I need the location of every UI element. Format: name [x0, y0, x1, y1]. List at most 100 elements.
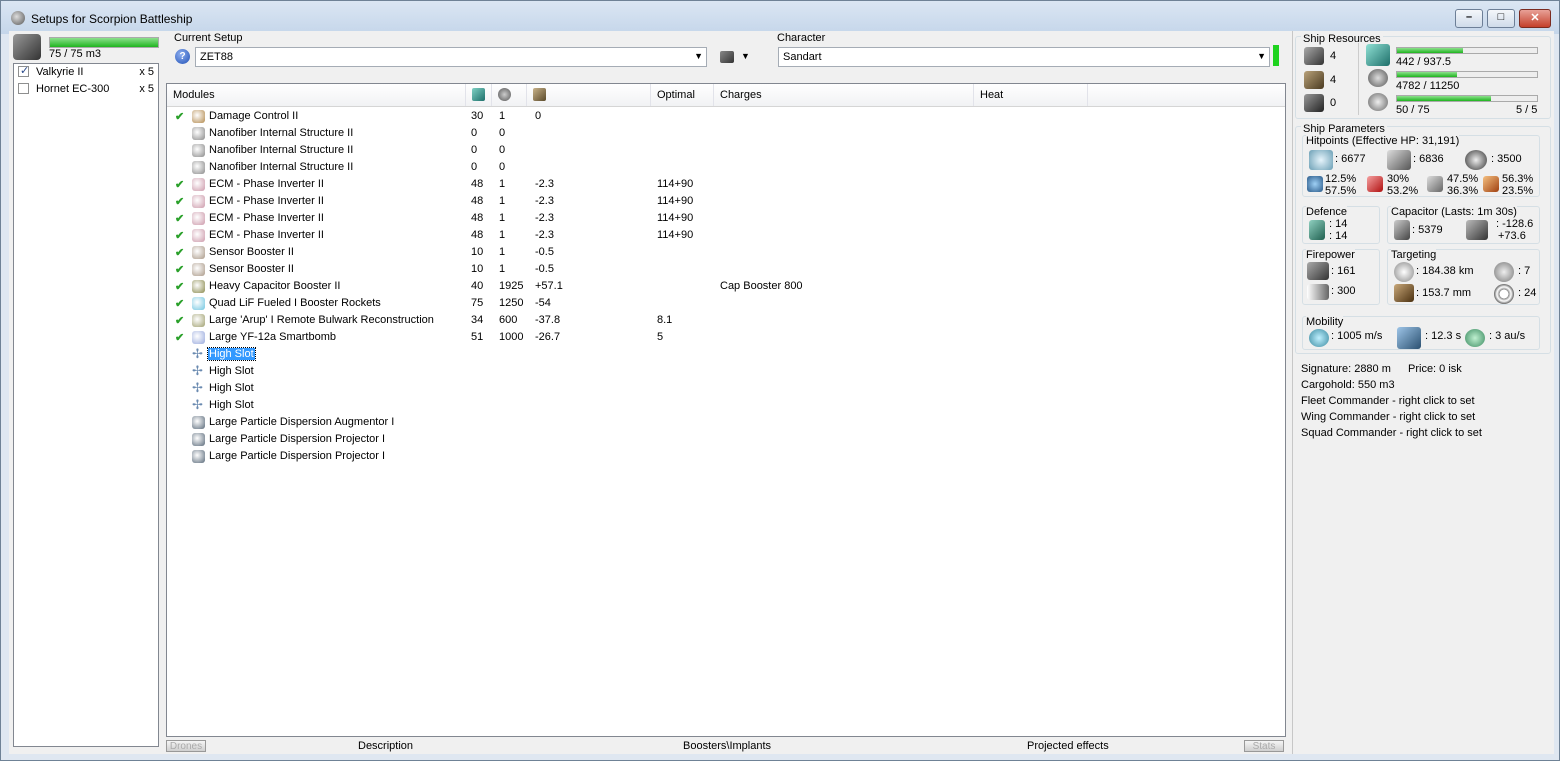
- thermal-resist-armor: 53.2%: [1387, 185, 1419, 197]
- optimal-cell: 114+90: [657, 178, 694, 190]
- firepower-title: Firepower: [1306, 249, 1355, 261]
- help-icon[interactable]: ?: [175, 49, 190, 64]
- powergrid-cell: 1000: [499, 331, 524, 343]
- capacitor-title: Capacitor (Lasts: 1m 30s): [1391, 206, 1517, 218]
- signature-radius: Signature: 2880 m: [1301, 363, 1391, 375]
- table-row[interactable]: ✔ Sensor Booster II 10 1 -0.5: [167, 244, 1285, 261]
- module-icon: [192, 144, 205, 157]
- tab-projected-effects[interactable]: Projected effects: [1027, 740, 1109, 752]
- table-row[interactable]: ✔ ECM - Phase Inverter II 48 1 -2.3 114+90: [167, 193, 1285, 210]
- capacitor-cell: -26.7: [535, 331, 561, 343]
- table-row[interactable]: ✔ Damage Control II 30 1 0: [167, 108, 1285, 125]
- cpu-cell: 48: [471, 229, 484, 241]
- table-row[interactable]: Nanofiber Internal Structure II 0 0: [167, 159, 1285, 176]
- chevron-down-icon: ▼: [1257, 51, 1266, 61]
- table-row[interactable]: ✢ High Slot: [167, 397, 1285, 414]
- close-button[interactable]: ✕: [1519, 9, 1551, 28]
- drone-item[interactable]: Hornet EC-300 x 5: [14, 81, 158, 98]
- drone-panel: 75 / 75 m3 ✓ Valkyrie II x 5 Hornet EC-3…: [9, 31, 161, 754]
- table-row[interactable]: ✢ High Slot: [167, 346, 1285, 363]
- defence-group: Defence : 14 : 14: [1302, 206, 1380, 244]
- drone-bay-icon: [13, 34, 41, 60]
- dps-icon: [1307, 262, 1329, 280]
- table-row[interactable]: Nanofiber Internal Structure II 0 0: [167, 125, 1285, 142]
- table-row[interactable]: ✔ Quad LiF Fueled I Booster Rockets 75 1250…: [167, 295, 1285, 312]
- module-icon: [192, 314, 205, 327]
- wing-commander[interactable]: Wing Commander - right click to set: [1301, 411, 1475, 423]
- em-resist-shield: 12.5%: [1325, 173, 1357, 185]
- targeting-group: Targeting : 184.38 km : 7 : 153.7 mm : 2…: [1387, 249, 1540, 305]
- table-row[interactable]: ✔ ECM - Phase Inverter II 48 1 -2.3 114+90: [167, 176, 1285, 193]
- tab-drones[interactable]: Drones: [166, 740, 206, 752]
- module-icon: [192, 331, 205, 344]
- table-row[interactable]: Large Particle Dispersion Projector I: [167, 448, 1285, 465]
- cpu-fill: [1397, 48, 1463, 53]
- table-row[interactable]: ✔ Heavy Capacitor Booster II 40 1925 +57.1 Ca…: [167, 278, 1285, 295]
- online-check-icon: ✔: [175, 111, 185, 123]
- drone-checkbox[interactable]: ✓: [18, 65, 29, 77]
- column-heat[interactable]: Heat: [974, 84, 1088, 106]
- squad-commander[interactable]: Squad Commander - right click to set: [1301, 427, 1482, 439]
- column-optimal[interactable]: Optimal: [651, 84, 714, 106]
- drone-name: Hornet EC-300: [36, 83, 110, 95]
- powergrid-icon: [1368, 69, 1388, 87]
- drone-list[interactable]: ✓ Valkyrie II x 5 Hornet EC-300 x 5: [13, 63, 159, 747]
- drone-bay-fill: [50, 38, 158, 47]
- warp-speed-icon: [1465, 329, 1485, 347]
- setup-select[interactable]: ZET88 ▼: [195, 47, 707, 67]
- fit-menu-button[interactable]: ▼: [718, 48, 752, 68]
- module-icon: [192, 229, 205, 242]
- fleet-commander[interactable]: Fleet Commander - right click to set: [1301, 395, 1475, 407]
- column-cpu[interactable]: [466, 84, 492, 106]
- module-name: Sensor Booster II: [209, 246, 294, 258]
- ship-resources-group: Ship Resources 4 4 0 442 / 937.5 4782 / …: [1295, 33, 1551, 119]
- armor-icon: [1387, 150, 1411, 170]
- table-row[interactable]: Nanofiber Internal Structure II 0 0: [167, 142, 1285, 159]
- ship-parameters-group: Ship Parameters Hitpoints (Effective HP:…: [1295, 123, 1551, 354]
- table-row[interactable]: Large Particle Dispersion Projector I: [167, 431, 1285, 448]
- column-modules[interactable]: Modules: [167, 84, 466, 106]
- capacitor-amount: : 5379: [1412, 224, 1443, 236]
- powergrid-value: 4782 / 11250: [1396, 80, 1460, 92]
- table-row[interactable]: ✔ Large 'Arup' I Remote Bulwark Reconstru…: [167, 312, 1285, 329]
- align-time-icon: [1397, 327, 1421, 349]
- module-name: Nanofiber Internal Structure II: [209, 127, 354, 139]
- shield-hp: : 6677: [1335, 153, 1366, 165]
- cpu-cell: 75: [471, 297, 484, 309]
- launcher-hardpoints: 4: [1330, 74, 1337, 86]
- module-name: Heavy Capacitor Booster II: [209, 280, 341, 292]
- minimize-button[interactable]: –: [1455, 9, 1483, 28]
- capacitor-delta-2: +73.6: [1498, 230, 1526, 242]
- character-select[interactable]: Sandart ▼: [778, 47, 1270, 67]
- module-name: ECM - Phase Inverter II: [209, 212, 324, 224]
- column-powergrid[interactable]: [492, 84, 527, 106]
- table-row[interactable]: Large Particle Dispersion Augmentor I: [167, 414, 1285, 431]
- table-row[interactable]: ✔ Sensor Booster II 10 1 -0.5: [167, 261, 1285, 278]
- explosive-resist-armor: 23.5%: [1502, 185, 1534, 197]
- tab-description[interactable]: Description: [358, 740, 413, 752]
- module-name: High Slot: [209, 382, 254, 394]
- table-row[interactable]: ✢ High Slot: [167, 380, 1285, 397]
- tab-stats[interactable]: Stats: [1244, 740, 1284, 752]
- module-icon: [192, 127, 205, 140]
- column-capacitor[interactable]: [527, 84, 651, 106]
- powergrid-cell: 1: [499, 195, 506, 207]
- column-charges[interactable]: Charges: [714, 84, 974, 106]
- table-row[interactable]: ✔ ECM - Phase Inverter II 48 1 -2.3 114+90: [167, 227, 1285, 244]
- tab-boosters-implants[interactable]: Boosters\Implants: [683, 740, 771, 752]
- character-status-bar: [1273, 45, 1279, 66]
- defence-title: Defence: [1306, 206, 1347, 218]
- dps-value: : 161: [1331, 265, 1356, 277]
- drone-item[interactable]: ✓ Valkyrie II x 5: [14, 64, 158, 81]
- drone-checkbox[interactable]: [18, 83, 29, 94]
- modules-grid[interactable]: Modules Optimal Charges Heat ✔ Damage Con…: [166, 83, 1286, 737]
- table-row[interactable]: ✔ ECM - Phase Inverter II 48 1 -2.3 114+90: [167, 210, 1285, 227]
- maximize-button[interactable]: □: [1487, 9, 1515, 28]
- table-row[interactable]: ✔ Large YF-12a Smartbomb 51 1000 -26.7 5: [167, 329, 1285, 346]
- table-row[interactable]: ✢ High Slot: [167, 363, 1285, 380]
- kinetic-resist-icon: [1427, 176, 1443, 192]
- drone-bay-bar: [49, 37, 159, 48]
- volley-icon: [1307, 284, 1329, 300]
- max-targets-icon: [1494, 262, 1514, 282]
- powergrid-cell: 0: [499, 144, 506, 156]
